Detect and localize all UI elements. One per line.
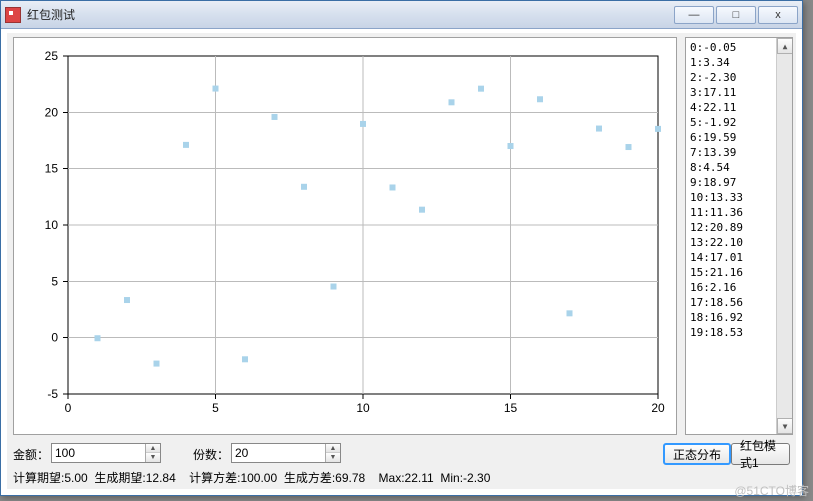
svg-text:15: 15 [504, 401, 518, 415]
count-spin-up[interactable]: ▲ [326, 444, 340, 453]
count-numeric[interactable]: ▲ ▼ [231, 443, 341, 463]
amount-numeric[interactable]: ▲ ▼ [51, 443, 161, 463]
close-button[interactable]: x [758, 6, 798, 24]
calc-var-label: 计算方差: [189, 471, 240, 485]
scroll-down-button[interactable]: ▼ [777, 418, 793, 434]
amount-spin-down[interactable]: ▼ [146, 453, 160, 462]
list-content: 0:-0.051:3.342:-2.303:17.114:22.115:-1.9… [690, 40, 788, 340]
min-label: Min: [440, 471, 463, 485]
svg-text:0: 0 [65, 401, 72, 415]
mode1-button[interactable]: 红包模式1 [731, 443, 790, 465]
maximize-button[interactable]: □ [716, 6, 756, 24]
list-item[interactable]: 17:18.56 [690, 295, 788, 310]
list-item[interactable]: 2:-2.30 [690, 70, 788, 85]
svg-text:20: 20 [651, 401, 665, 415]
list-item[interactable]: 19:18.53 [690, 325, 788, 340]
svg-text:5: 5 [51, 274, 58, 288]
list-item[interactable]: 3:17.11 [690, 85, 788, 100]
min-value: -2.30 [463, 471, 490, 485]
list-item[interactable]: 11:11.36 [690, 205, 788, 220]
watermark: @51CTO博客 [734, 482, 809, 499]
calc-exp-value: 5.00 [64, 471, 87, 485]
chart-panel: 0 5 10 15 20 -5 0 5 10 15 20 25 [13, 37, 677, 435]
client-area: 0 5 10 15 20 -5 0 5 10 15 20 25 0:-0.051:3.342:-2.3… [7, 33, 796, 489]
amount-input[interactable] [52, 444, 145, 462]
list-item[interactable]: 16:2.16 [690, 280, 788, 295]
list-item[interactable]: 15:21.16 [690, 265, 788, 280]
gen-exp-label: 生成期望: [94, 471, 145, 485]
count-spin-down[interactable]: ▼ [326, 453, 340, 462]
svg-text:10: 10 [45, 218, 59, 232]
list-item[interactable]: 18:16.92 [690, 310, 788, 325]
titlebar[interactable]: 红包测试 — □ x [1, 1, 802, 29]
minimize-button[interactable]: — [674, 6, 714, 24]
svg-text:15: 15 [45, 162, 59, 176]
list-item[interactable]: 7:13.39 [690, 145, 788, 160]
list-item[interactable]: 6:19.59 [690, 130, 788, 145]
list-item[interactable]: 4:22.11 [690, 100, 788, 115]
svg-text:-5: -5 [47, 387, 58, 401]
calc-exp-label: 计算期望: [13, 471, 64, 485]
window-buttons: — □ x [674, 6, 798, 24]
calc-var-value: 100.00 [240, 471, 277, 485]
list-item[interactable]: 13:22.10 [690, 235, 788, 250]
list-item[interactable]: 8:4.54 [690, 160, 788, 175]
list-item[interactable]: 14:17.01 [690, 250, 788, 265]
svg-text:0: 0 [51, 331, 58, 345]
list-item[interactable]: 5:-1.92 [690, 115, 788, 130]
app-icon [5, 7, 21, 23]
amount-spinner[interactable]: ▲ ▼ [145, 444, 160, 462]
svg-text:25: 25 [45, 49, 59, 63]
normal-dist-button[interactable]: 正态分布 [663, 443, 731, 465]
amount-label: 金额： [13, 446, 49, 463]
count-input[interactable] [232, 444, 325, 462]
svg-text:20: 20 [45, 105, 59, 119]
results-listbox[interactable]: 0:-0.051:3.342:-2.303:17.114:22.115:-1.9… [685, 37, 793, 435]
controls-row: 金额： ▲ ▼ 份数： ▲ ▼ 正态分布 红包模式1 计算期望:5.00 [13, 443, 790, 487]
max-value: 22.11 [405, 471, 434, 485]
scatter-chart: 0 5 10 15 20 -5 0 5 10 15 20 25 [14, 38, 676, 434]
scroll-up-button[interactable]: ▲ [777, 38, 793, 54]
list-item[interactable]: 0:-0.05 [690, 40, 788, 55]
max-label: Max: [379, 471, 405, 485]
gen-exp-value: 12.84 [146, 471, 176, 485]
count-label: 份数： [193, 446, 229, 463]
window-title: 红包测试 [27, 6, 674, 23]
list-item[interactable]: 12:20.89 [690, 220, 788, 235]
amount-spin-up[interactable]: ▲ [146, 444, 160, 453]
gen-var-label: 生成方差: [284, 471, 335, 485]
gen-var-value: 69.78 [335, 471, 365, 485]
svg-text:10: 10 [356, 401, 370, 415]
list-item[interactable]: 9:18.97 [690, 175, 788, 190]
listbox-scrollbar[interactable]: ▲ ▼ [776, 38, 792, 434]
status-line: 计算期望:5.00 生成期望:12.84 计算方差:100.00 生成方差:69… [13, 469, 490, 486]
list-item[interactable]: 10:13.33 [690, 190, 788, 205]
svg-text:5: 5 [212, 401, 219, 415]
count-spinner[interactable]: ▲ ▼ [325, 444, 340, 462]
list-item[interactable]: 1:3.34 [690, 55, 788, 70]
window: 红包测试 — □ x 05101520-50510152025 0:-0.051… [0, 0, 803, 496]
